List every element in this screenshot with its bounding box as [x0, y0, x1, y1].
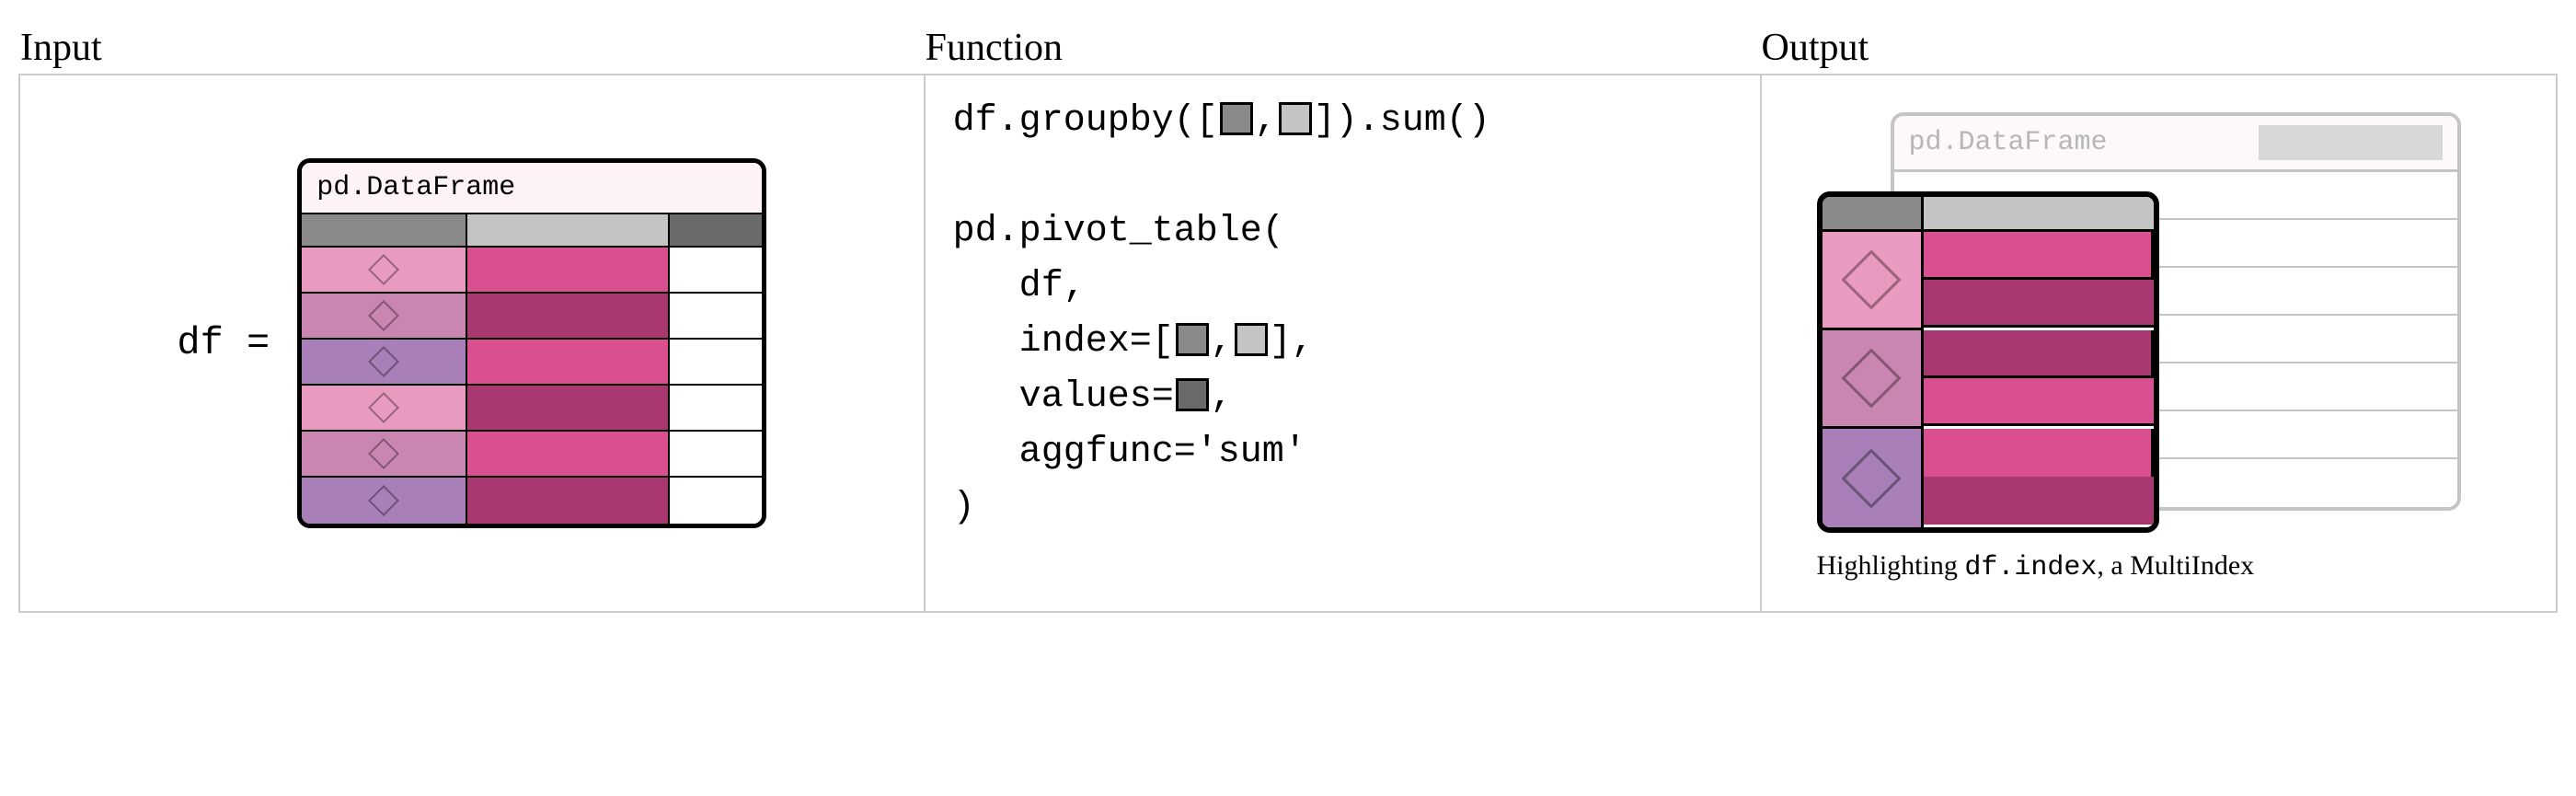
cell-value: [467, 294, 670, 340]
function-code: df.groupby([, ]).sum() pd.pivot_table( df…: [953, 94, 1732, 536]
index-level0-cell: [1823, 330, 1924, 429]
table-row: [302, 386, 762, 432]
index-level1-cell: [1924, 477, 2154, 525]
index-level0-cell: [1823, 429, 1924, 527]
index-level0-cell: [1823, 232, 1924, 330]
table-row: [302, 294, 762, 340]
code-text: ]).sum(): [1314, 100, 1490, 142]
diamond-icon: [368, 346, 399, 377]
index-level1-cell: [1924, 280, 2154, 328]
cell-value: [670, 386, 762, 432]
table-row: [302, 432, 762, 478]
index-level1-cell: [1924, 330, 2154, 378]
cell-value: [467, 432, 670, 478]
panel-function-title: Function: [926, 26, 1063, 70]
table-row: [1823, 232, 2154, 330]
diamond-icon: [368, 254, 399, 285]
index-header-a: [1823, 197, 1924, 232]
panel-input-title: Input: [20, 26, 102, 70]
diamond-icon: [1841, 348, 1901, 408]
input-df-header: [302, 214, 762, 248]
diagram-container: Input df = pd.DataFrame: [18, 74, 2558, 613]
caption-text: Highlighting: [1817, 550, 1965, 581]
df-assign-label: df =: [177, 321, 270, 365]
table-row: [302, 248, 762, 294]
output-header: [1823, 197, 2154, 232]
table-row: [302, 478, 762, 524]
cell-value: [467, 248, 670, 294]
code-text: pd.pivot_table(: [953, 211, 1284, 252]
diamond-icon: [1841, 448, 1901, 508]
cell-index: [302, 340, 467, 386]
index-level1-cell: [1924, 378, 2154, 426]
panel-input: Input df = pd.DataFrame: [18, 74, 926, 613]
ghost-title-text: pd.DataFrame: [1909, 127, 2108, 158]
diamond-icon: [368, 485, 399, 516]
cell-index: [302, 386, 467, 432]
table-row: [1823, 429, 2154, 527]
table-row: [1823, 330, 2154, 429]
diamond-icon: [368, 392, 399, 423]
table-row: [302, 340, 762, 386]
col-header-c: [670, 214, 762, 248]
col-header-b: [467, 214, 670, 248]
output-multiindex: [1817, 191, 2159, 533]
cell-value: [467, 386, 670, 432]
cell-value: [670, 294, 762, 340]
output-df-type-label: pd.DataFrame: [1894, 116, 2457, 172]
code-text: ,: [1211, 321, 1233, 363]
diamond-icon: [368, 438, 399, 469]
code-text: values=: [953, 376, 1174, 418]
code-text: df.groupby([: [953, 100, 1218, 142]
caption-text: , a MultiIndex: [2097, 550, 2254, 581]
cell-index: [302, 432, 467, 478]
panel-output-title: Output: [1762, 26, 1869, 70]
diamond-icon: [1841, 249, 1901, 309]
diamond-icon: [368, 300, 399, 331]
cell-index: [302, 248, 467, 294]
cell-value: [670, 248, 762, 294]
column-ref-icon-b: [1279, 102, 1312, 135]
cell-index: [302, 294, 467, 340]
output-caption: Highlighting df.index, a MultiIndex: [1817, 550, 2255, 583]
ghost-header-placeholder: [2259, 125, 2443, 160]
input-dataframe: pd.DataFrame: [297, 158, 766, 528]
code-text: df,: [953, 266, 1086, 307]
cell-value: [467, 340, 670, 386]
column-ref-icon-c: [1176, 378, 1209, 411]
code-text: index=[: [953, 321, 1174, 363]
index-header-b: [1924, 197, 2154, 232]
code-text: aggfunc='sum': [953, 432, 1306, 473]
column-ref-icon-a: [1176, 323, 1209, 356]
panel-function: Function df.groupby([,]).sum() pd.pivot_…: [926, 74, 1760, 613]
code-text: ],: [1270, 321, 1314, 363]
index-level1-cell: [1924, 429, 2154, 477]
col-header-a: [302, 214, 467, 248]
code-text: ,: [1211, 376, 1233, 418]
code-text: ,: [1255, 100, 1277, 142]
input-df-type-label: pd.DataFrame: [302, 163, 762, 214]
output-diagram: pd.DataFrame: [1817, 112, 2461, 536]
panel-output: Output pd.DataFrame: [1760, 74, 2559, 613]
column-ref-icon-a: [1220, 102, 1253, 135]
column-ref-icon-b: [1235, 323, 1268, 356]
code-text: ): [953, 487, 975, 528]
cell-value: [467, 478, 670, 524]
cell-value: [670, 340, 762, 386]
caption-code: df.index: [1964, 552, 2097, 583]
index-level1-cell: [1924, 232, 2154, 280]
cell-value: [670, 432, 762, 478]
cell-value: [670, 478, 762, 524]
cell-index: [302, 478, 467, 524]
